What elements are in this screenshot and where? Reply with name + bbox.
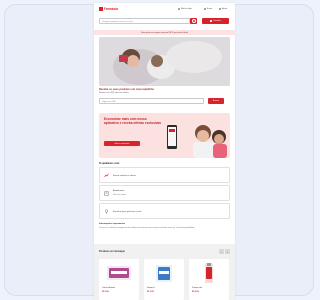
info-title: Informações importantes bbox=[99, 223, 126, 225]
carousel-arrows: ‹ › bbox=[219, 249, 230, 254]
product-price: R$ 19,90 bbox=[147, 291, 154, 293]
carousel-next-button[interactable]: › bbox=[225, 249, 230, 254]
product-image bbox=[156, 265, 172, 282]
cart-button[interactable]: Carrinho bbox=[202, 18, 229, 24]
search-input[interactable]: Pesquise produtos, marcas e mais... bbox=[99, 18, 190, 24]
hero-title: Receba os seus produtos em casa rapidinh… bbox=[99, 88, 155, 91]
location-icon bbox=[105, 209, 108, 214]
product-name: Creme hidratante bbox=[102, 287, 116, 289]
hero-banner[interactable] bbox=[99, 37, 230, 86]
products-title: Produtos em destaque bbox=[99, 250, 125, 253]
logo[interactable]: Farmácia bbox=[99, 7, 118, 11]
product-price: R$ 29,90 bbox=[102, 291, 109, 293]
carousel-prev-button[interactable]: ‹ bbox=[219, 249, 224, 254]
info-text: Os preços e condições de pagamento são v… bbox=[99, 227, 195, 229]
product-card[interactable]: Creme hidratante R$ 29,90 bbox=[99, 259, 139, 300]
help-item-label: Atendimento bbox=[113, 190, 125, 192]
logo-mark-icon bbox=[99, 7, 103, 11]
product-card[interactable]: Protetor solar R$ 49,90 bbox=[189, 259, 229, 300]
header-link-label: Entrar bbox=[206, 7, 213, 10]
help-section-title: Te ajudamos com: bbox=[99, 162, 120, 165]
document-icon bbox=[104, 191, 109, 196]
header-link-label: Ajuda bbox=[221, 7, 228, 10]
cep-placeholder: Digite seu CEP bbox=[102, 100, 116, 103]
help-item-support[interactable]: Atendimento Fale com a gente bbox=[99, 185, 230, 201]
help-item-search[interactable]: Buscar produtos e ofertas bbox=[99, 167, 230, 183]
app-promo-banner[interactable]: Economize mais com nosso aplicativo e re… bbox=[99, 113, 230, 158]
product-name: Protetor solar bbox=[192, 287, 203, 289]
download-app-button[interactable]: Baixar o aplicativo bbox=[104, 141, 140, 146]
cart-button-label: Carrinho bbox=[213, 20, 221, 22]
cep-input[interactable]: Digite seu CEP bbox=[99, 98, 204, 104]
hero-photo bbox=[99, 37, 230, 86]
product-price: R$ 49,90 bbox=[192, 291, 199, 293]
product-image bbox=[205, 263, 213, 283]
cep-search-button[interactable]: Buscar bbox=[208, 98, 224, 104]
cep-search-button-label: Buscar bbox=[212, 100, 220, 102]
help-item-label: Encontrar lojas próximas a você bbox=[113, 210, 142, 213]
product-name: Vitamina C bbox=[147, 287, 156, 289]
header-link-label: Minhas lojas bbox=[180, 7, 193, 10]
hero-subtitle: Informe seu CEP para ver ofertas bbox=[99, 92, 129, 94]
search-placeholder: Pesquise produtos, marcas e mais... bbox=[102, 20, 135, 23]
app-promo-title: Economize mais com nosso aplicativo e re… bbox=[104, 117, 162, 125]
help-item-label: Buscar produtos e ofertas bbox=[113, 174, 136, 177]
web-page: Farmácia Minhas lojas Entrar Ajuda Pesqu… bbox=[94, 3, 235, 300]
products-section: Produtos em destaque ‹ › Creme hidratant… bbox=[94, 244, 235, 300]
header: Farmácia Minhas lojas Entrar Ajuda bbox=[94, 3, 235, 17]
logo-text: Farmácia bbox=[104, 7, 118, 11]
product-card[interactable]: Vitamina C R$ 19,90 bbox=[144, 259, 184, 300]
help-item-sublabel: Fale com a gente bbox=[113, 193, 127, 196]
header-link-stores[interactable]: Minhas lojas bbox=[178, 7, 193, 10]
app-promo-illustration bbox=[167, 125, 227, 158]
promo-banner-text: Frete grátis em compras acima de R$ 99 p… bbox=[140, 31, 189, 34]
search-button[interactable] bbox=[190, 18, 197, 24]
download-app-button-label: Baixar o aplicativo bbox=[114, 142, 130, 145]
header-link-help[interactable]: Ajuda bbox=[219, 7, 228, 10]
help-item-stores[interactable]: Encontrar lojas próximas a você bbox=[99, 203, 230, 219]
cart-icon bbox=[210, 20, 213, 22]
promo-banner[interactable]: Frete grátis em compras acima de R$ 99 p… bbox=[94, 30, 235, 35]
chart-icon bbox=[104, 173, 109, 178]
product-image bbox=[107, 266, 131, 280]
header-link-login[interactable]: Entrar bbox=[204, 7, 213, 10]
